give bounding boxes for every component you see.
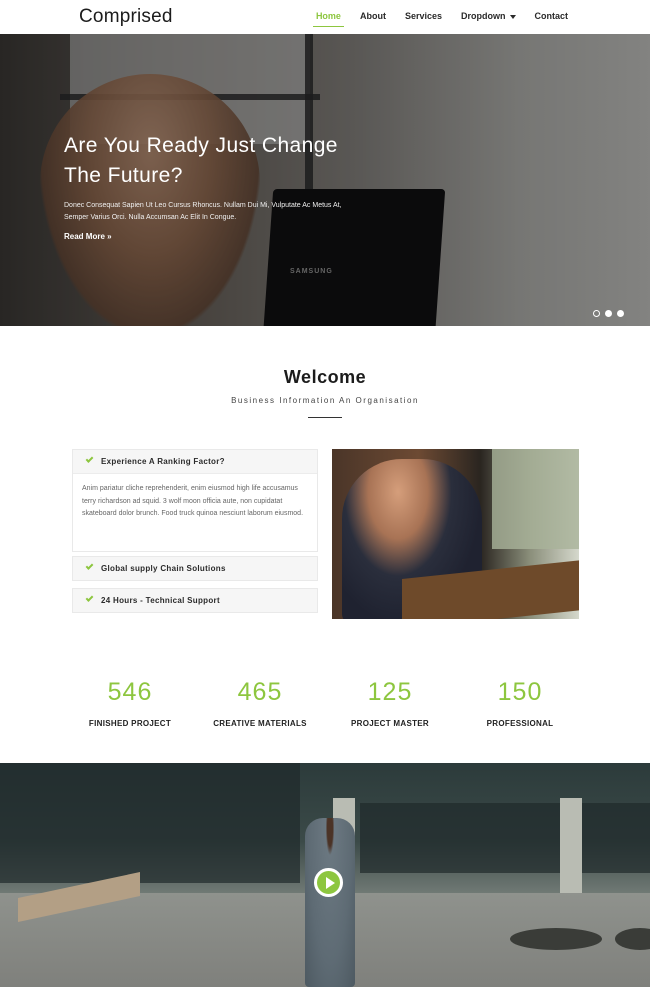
hero-title-line2: The Future? — [64, 164, 183, 187]
video-walking-man-image — [305, 818, 355, 987]
accordion-item-2: Global supply Chain Solutions — [72, 556, 318, 581]
stat-label: PROFESSIONAL — [486, 719, 554, 728]
check-icon — [85, 562, 94, 570]
accordion-item-3: 24 Hours - Technical Support — [72, 588, 318, 613]
check-icon — [85, 594, 94, 602]
business-handshake-image — [332, 449, 579, 619]
hero-description: Donec Consequat Sapien Ut Leo Cursus Rho… — [64, 200, 414, 224]
check-icon — [85, 455, 94, 463]
nav-dropdown[interactable]: Dropdown — [461, 11, 516, 27]
video-bg-building — [0, 763, 300, 883]
stat-professional: 150 PROFESSIONAL — [440, 678, 600, 728]
chevron-down-icon — [509, 14, 516, 19]
stat-number: 150 — [497, 678, 543, 706]
slider-dot-2[interactable] — [605, 310, 612, 317]
hero-text-line2: Semper Varius Orci. Nulla Accumsan Ac El… — [64, 214, 237, 221]
accordion-header-2[interactable]: Global supply Chain Solutions — [73, 557, 317, 580]
accordion-header-1[interactable]: Experience A Ranking Factor? — [73, 450, 317, 473]
slider-dots — [593, 310, 624, 317]
site-logo[interactable]: Comprised — [79, 6, 173, 28]
hero-text-line1: Donec Consequat Sapien Ut Leo Cursus Rho… — [64, 202, 342, 209]
video-bg-building-2 — [360, 803, 650, 873]
nav-home[interactable]: Home — [312, 11, 344, 27]
slider-dot-3[interactable] — [617, 310, 624, 317]
hero-title-line1: Are You Ready Just Change — [64, 134, 338, 157]
nav-services[interactable]: Services — [405, 11, 442, 27]
nav-contact[interactable]: Contact — [535, 11, 569, 27]
welcome-title: Welcome — [283, 367, 367, 387]
accordion-body-1: Anim pariatur cliche reprehenderit, enim… — [73, 473, 317, 551]
accordion-title-1: Experience A Ranking Factor? — [101, 457, 225, 466]
play-video-button[interactable] — [314, 868, 343, 897]
video-bg-planter — [510, 928, 602, 950]
accordion-title-2: Global supply Chain Solutions — [101, 564, 226, 573]
accordion-title-3: 24 Hours - Technical Support — [101, 596, 220, 605]
site-header: Comprised Home About Services Dropdown C… — [0, 0, 650, 34]
nav-about[interactable]: About — [360, 11, 386, 27]
video-bg-column-2 — [560, 798, 582, 898]
welcome-subtitle: Business Information An Organisation — [231, 396, 419, 405]
nav-dropdown-label: Dropdown — [461, 11, 506, 21]
accordion-item-1: Experience A Ranking Factor? Anim pariat… — [72, 449, 318, 552]
hero-laptop-brand: SAMSUNG — [290, 268, 333, 275]
main-nav: Home About Services Dropdown Contact — [297, 11, 568, 27]
slider-dot-1[interactable] — [593, 310, 600, 317]
accordion-header-3[interactable]: 24 Hours - Technical Support — [73, 589, 317, 612]
hero-title: Are You Ready Just Change The Future? — [64, 131, 384, 191]
meet-bg-window — [492, 449, 579, 549]
welcome-divider — [308, 417, 342, 418]
hero-slider: SAMSUNG Are You Ready Just Change The Fu… — [0, 34, 650, 326]
read-more-link[interactable]: Read More » — [64, 232, 112, 241]
